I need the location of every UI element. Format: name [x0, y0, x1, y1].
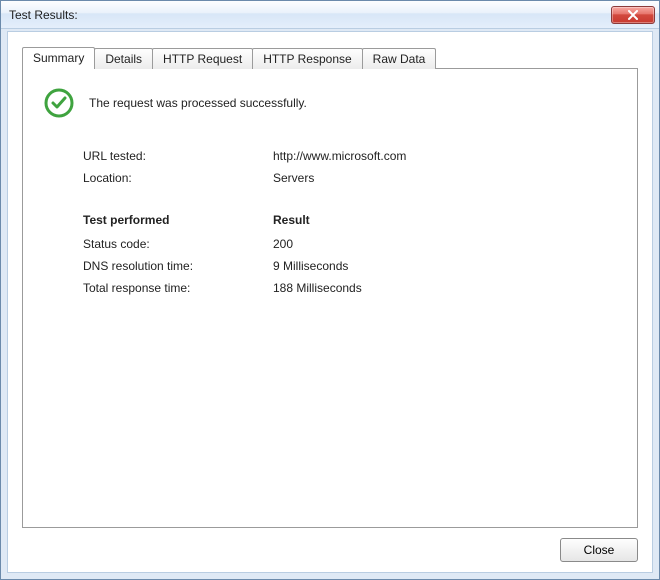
status-row: The request was processed successfully. [43, 87, 617, 119]
dialog-window: Test Results: Summary Details HTTP Reque… [0, 0, 660, 580]
tab-details[interactable]: Details [94, 48, 153, 69]
status-message: The request was processed successfully. [89, 96, 307, 110]
tab-summary[interactable]: Summary [22, 47, 95, 69]
titlebar: Test Results: [1, 1, 659, 29]
tab-http-request[interactable]: HTTP Request [152, 48, 253, 69]
client-frame: Summary Details HTTP Request HTTP Respon… [1, 29, 659, 579]
success-check-icon [43, 87, 75, 119]
summary-details: URL tested: http://www.microsoft.com Loc… [83, 149, 617, 295]
total-time-label: Total response time: [83, 281, 273, 295]
total-time-value: 188 Milliseconds [273, 281, 362, 295]
close-button[interactable]: Close [560, 538, 638, 562]
dns-time-label: DNS resolution time: [83, 259, 273, 273]
tab-panel-summary: The request was processed successfully. … [22, 68, 638, 528]
tab-raw-data[interactable]: Raw Data [362, 48, 437, 69]
location-value: Servers [273, 171, 314, 185]
close-icon [627, 10, 639, 20]
dns-time-value: 9 Milliseconds [273, 259, 348, 273]
row-dns-time: DNS resolution time: 9 Milliseconds [83, 259, 617, 273]
row-headings: Test performed Result [83, 213, 617, 227]
row-url-tested: URL tested: http://www.microsoft.com [83, 149, 617, 163]
status-code-value: 200 [273, 237, 293, 251]
row-total-time: Total response time: 188 Milliseconds [83, 281, 617, 295]
window-close-button[interactable] [611, 6, 655, 24]
result-heading: Result [273, 213, 310, 227]
tab-http-response[interactable]: HTTP Response [252, 48, 362, 69]
url-tested-value: http://www.microsoft.com [273, 149, 406, 163]
dialog-footer: Close [22, 528, 638, 562]
location-label: Location: [83, 171, 273, 185]
window-title: Test Results: [9, 8, 611, 22]
test-performed-heading: Test performed [83, 213, 273, 227]
url-tested-label: URL tested: [83, 149, 273, 163]
row-status-code: Status code: 200 [83, 237, 617, 251]
tab-strip: Summary Details HTTP Request HTTP Respon… [22, 46, 638, 68]
row-location: Location: Servers [83, 171, 617, 185]
status-code-label: Status code: [83, 237, 273, 251]
client-inner: Summary Details HTTP Request HTTP Respon… [7, 31, 653, 573]
